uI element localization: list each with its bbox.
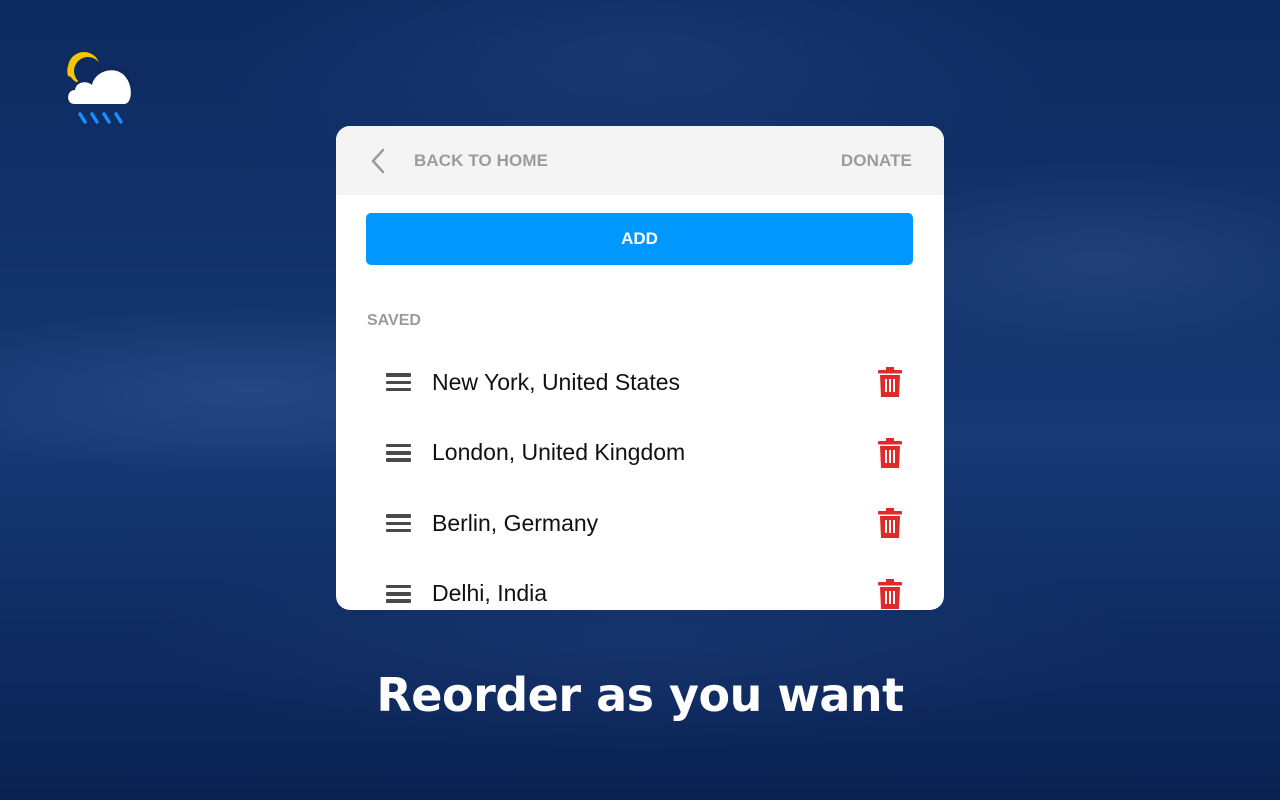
list-item[interactable]: London, United Kingdom bbox=[336, 418, 944, 489]
location-name: London, United Kingdom bbox=[432, 439, 686, 466]
drag-handle-icon[interactable] bbox=[386, 513, 411, 533]
location-name: Delhi, India bbox=[432, 580, 548, 607]
delete-button[interactable] bbox=[876, 437, 904, 469]
list-item[interactable]: New York, United States bbox=[336, 347, 944, 418]
list-item[interactable]: Delhi, India bbox=[336, 559, 944, 611]
trash-icon bbox=[878, 508, 902, 539]
delete-button[interactable] bbox=[876, 366, 904, 398]
location-name: Berlin, Germany bbox=[432, 509, 599, 536]
back-to-home-label: BACK TO HOME bbox=[414, 150, 549, 170]
delete-button[interactable] bbox=[876, 507, 904, 539]
trash-icon bbox=[878, 437, 902, 468]
location-name: New York, United States bbox=[432, 368, 681, 395]
drag-handle-icon[interactable] bbox=[386, 584, 411, 604]
sun-cloud-rain-icon bbox=[66, 52, 134, 124]
drag-handle-icon[interactable] bbox=[386, 443, 411, 463]
back-to-home-link[interactable]: BACK TO HOME bbox=[370, 148, 548, 174]
donate-link[interactable]: DONATE bbox=[841, 151, 912, 171]
list-item[interactable]: Berlin, Germany bbox=[336, 488, 944, 559]
saved-locations-panel: BACK TO HOME DONATE ADD SAVED New York, … bbox=[336, 126, 944, 610]
trash-icon bbox=[878, 367, 902, 398]
delete-button[interactable] bbox=[876, 578, 904, 610]
drag-handle-icon[interactable] bbox=[386, 372, 411, 392]
saved-section-label: SAVED bbox=[367, 312, 421, 329]
saved-locations-list: New York, United States London, United K… bbox=[336, 347, 944, 610]
trash-icon bbox=[878, 578, 902, 609]
app-logo bbox=[62, 48, 138, 130]
panel-header: BACK TO HOME DONATE bbox=[336, 126, 944, 195]
promo-tagline: Reorder as you want bbox=[376, 668, 904, 722]
chevron-left-icon bbox=[370, 148, 390, 174]
add-location-button[interactable]: ADD bbox=[366, 213, 913, 265]
